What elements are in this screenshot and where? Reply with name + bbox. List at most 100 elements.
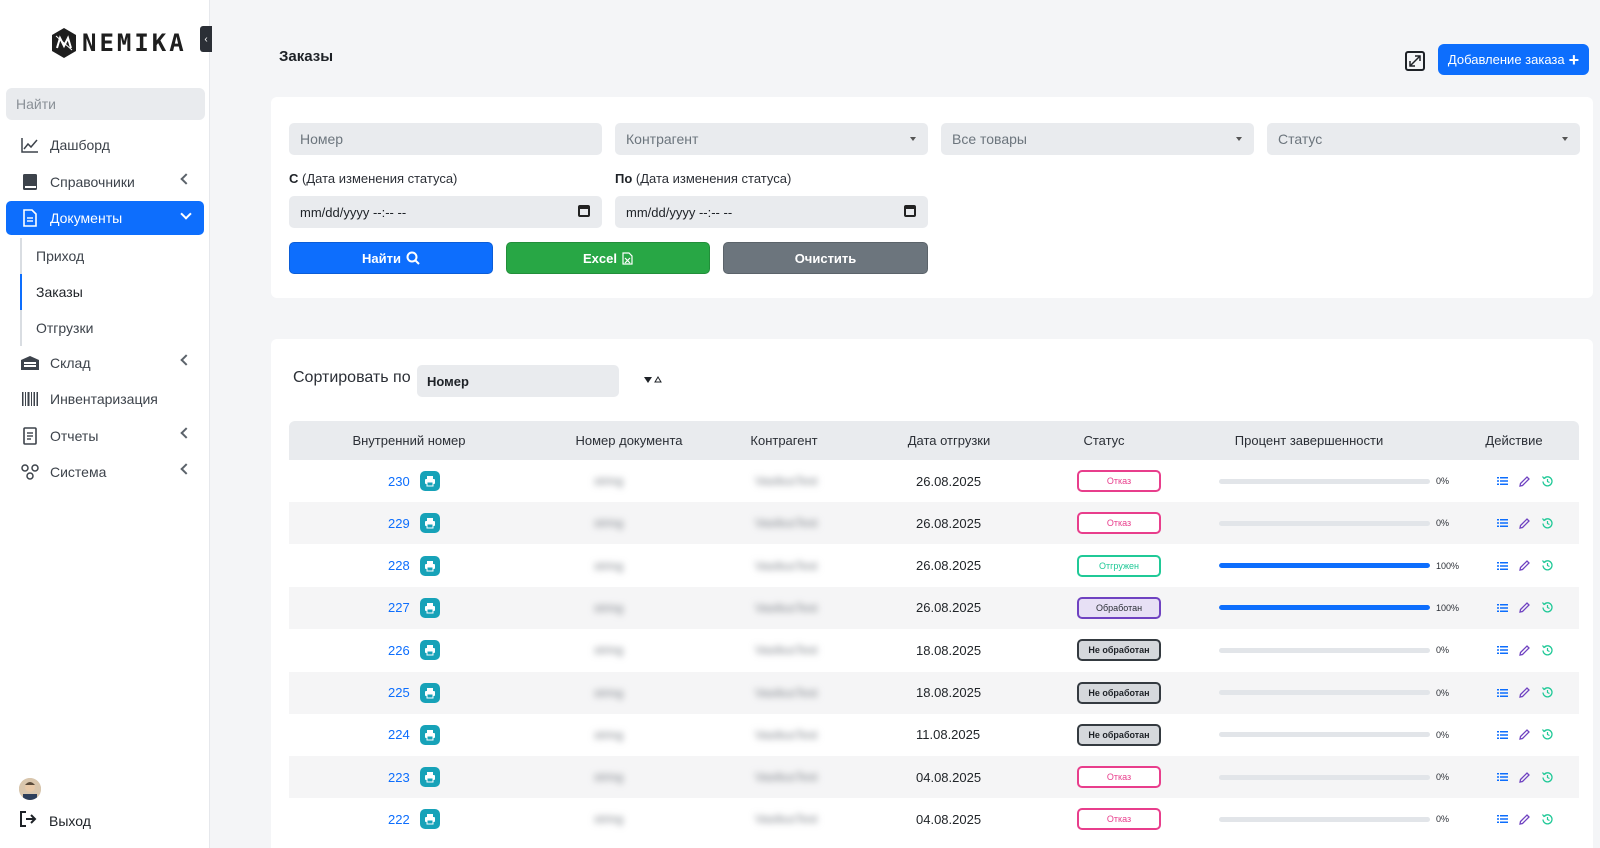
contractor-name: VasiliusTest bbox=[755, 558, 818, 573]
sidebar-subitem-income[interactable]: Приход bbox=[20, 237, 204, 274]
search-button[interactable]: Найти bbox=[289, 242, 493, 274]
column-header[interactable]: Процент завершенности bbox=[1194, 433, 1424, 448]
edit-icon[interactable] bbox=[1518, 813, 1531, 826]
shipment-date: 26.08.2025 bbox=[916, 558, 982, 574]
date-to-input[interactable]: mm/dd/yyyy --:-- -- bbox=[615, 196, 928, 228]
column-header[interactable]: Контрагент bbox=[709, 433, 859, 448]
sidebar-item-references[interactable]: Справочники bbox=[6, 165, 204, 199]
sidebar-search-input[interactable] bbox=[6, 88, 205, 120]
column-header[interactable]: Дата отгрузки bbox=[854, 433, 1044, 448]
contractor-name: VasiliusTest bbox=[755, 474, 818, 488]
history-icon[interactable] bbox=[1541, 517, 1554, 530]
sidebar-item-system[interactable]: Система bbox=[6, 455, 204, 489]
status-select[interactable]: Статус bbox=[1267, 123, 1580, 155]
history-icon[interactable] bbox=[1541, 644, 1554, 657]
calendar-icon[interactable] bbox=[578, 205, 590, 217]
contractor-name: VasiliusTest bbox=[755, 812, 818, 827]
warehouse-icon bbox=[20, 353, 40, 373]
history-icon[interactable] bbox=[1541, 813, 1554, 826]
printer-icon bbox=[424, 476, 435, 487]
print-button[interactable] bbox=[419, 597, 440, 618]
print-button[interactable] bbox=[419, 682, 440, 703]
number-filter-input[interactable]: Номер bbox=[289, 123, 602, 155]
sidebar-item-dashboard[interactable]: Дашборд bbox=[6, 128, 204, 162]
print-button[interactable] bbox=[419, 513, 440, 534]
avatar[interactable] bbox=[19, 778, 41, 800]
print-button[interactable] bbox=[419, 724, 440, 745]
history-icon[interactable] bbox=[1541, 601, 1554, 614]
edit-icon[interactable] bbox=[1518, 686, 1531, 699]
table-row: 228 string VasiliusTest 26.08.2025 Отгру… bbox=[289, 545, 1579, 587]
list-icon[interactable] bbox=[1497, 688, 1508, 698]
excel-export-button[interactable]: Excel bbox=[506, 242, 710, 274]
order-id-link[interactable]: 229 bbox=[388, 516, 410, 531]
sidebar-item-warehouse[interactable]: Склад bbox=[6, 346, 204, 380]
edit-icon[interactable] bbox=[1518, 559, 1531, 572]
contractor-select[interactable]: Контрагент bbox=[615, 123, 928, 155]
sidebar-item-inventory[interactable]: Инвентаризация bbox=[6, 382, 204, 416]
print-button[interactable] bbox=[419, 471, 440, 491]
shipment-date-cell: 18.08.2025 bbox=[916, 629, 1016, 671]
edit-icon[interactable] bbox=[1518, 601, 1531, 614]
history-icon[interactable] bbox=[1541, 771, 1554, 784]
edit-icon[interactable] bbox=[1518, 475, 1531, 488]
list-icon[interactable] bbox=[1497, 772, 1508, 782]
order-id-link[interactable]: 225 bbox=[388, 685, 410, 700]
edit-icon[interactable] bbox=[1518, 644, 1531, 657]
fullscreen-button[interactable] bbox=[1405, 51, 1425, 71]
order-id-link[interactable]: 224 bbox=[388, 727, 410, 742]
document-number-cell: string bbox=[594, 672, 674, 714]
list-icon[interactable] bbox=[1497, 814, 1508, 824]
date-from-input[interactable]: mm/dd/yyyy --:-- -- bbox=[289, 196, 602, 228]
column-header[interactable]: Статус bbox=[1044, 433, 1164, 448]
print-button[interactable] bbox=[419, 809, 440, 830]
edit-icon[interactable] bbox=[1518, 771, 1531, 784]
column-header[interactable]: Номер документа bbox=[529, 433, 729, 448]
sidebar-item-reports[interactable]: Отчеты bbox=[6, 419, 204, 453]
edit-icon[interactable] bbox=[1518, 728, 1531, 741]
list-icon[interactable] bbox=[1497, 603, 1508, 613]
add-order-button[interactable]: Добавление заказа + bbox=[1438, 44, 1589, 75]
print-button[interactable] bbox=[419, 640, 440, 661]
list-icon[interactable] bbox=[1497, 645, 1508, 655]
products-select[interactable]: Все товары bbox=[941, 123, 1254, 155]
order-id-link[interactable]: 223 bbox=[388, 770, 410, 785]
order-id-link[interactable]: 230 bbox=[388, 474, 410, 489]
logout-icon bbox=[19, 811, 37, 830]
logout-button[interactable]: Выход bbox=[19, 811, 91, 830]
history-icon[interactable] bbox=[1541, 475, 1554, 488]
sidebar-subitem-orders[interactable]: Заказы bbox=[20, 273, 204, 310]
list-icon[interactable] bbox=[1497, 518, 1508, 528]
clear-button[interactable]: Очистить bbox=[723, 242, 928, 274]
history-icon[interactable] bbox=[1541, 686, 1554, 699]
column-header[interactable]: Внутренний номер bbox=[309, 433, 509, 448]
history-icon[interactable] bbox=[1541, 559, 1554, 572]
status-badge: Отказ bbox=[1077, 470, 1161, 492]
row-actions bbox=[1497, 728, 1554, 741]
print-button[interactable] bbox=[419, 767, 440, 788]
list-icon[interactable] bbox=[1497, 730, 1508, 740]
column-header[interactable]: Действие bbox=[1454, 433, 1574, 448]
print-button[interactable] bbox=[419, 555, 440, 576]
edit-icon[interactable] bbox=[1518, 517, 1531, 530]
list-icon[interactable] bbox=[1497, 561, 1508, 571]
sort-desc-icon[interactable] bbox=[644, 376, 652, 383]
printer-icon bbox=[424, 772, 435, 783]
list-icon[interactable] bbox=[1497, 476, 1508, 486]
progress-percent: 0% bbox=[1436, 687, 1450, 698]
order-id-link[interactable]: 226 bbox=[388, 643, 410, 658]
sidebar-item-documents[interactable]: Документы bbox=[6, 201, 204, 235]
order-id-link[interactable]: 227 bbox=[388, 600, 410, 615]
internal-number-cell: 228 bbox=[388, 545, 488, 587]
status-badge: Отказ bbox=[1077, 512, 1161, 535]
sort-asc-icon[interactable] bbox=[654, 376, 662, 383]
sidebar-subitem-shipments[interactable]: Отгрузки bbox=[20, 309, 204, 346]
calendar-icon[interactable] bbox=[904, 205, 916, 217]
sort-select[interactable]: Номер bbox=[417, 365, 619, 397]
history-icon[interactable] bbox=[1541, 728, 1554, 741]
actions-cell bbox=[1497, 798, 1567, 840]
sort-direction-toggle[interactable] bbox=[644, 376, 662, 383]
sidebar-collapse-button[interactable]: ‹ bbox=[200, 26, 212, 52]
order-id-link[interactable]: 222 bbox=[388, 812, 410, 827]
order-id-link[interactable]: 228 bbox=[388, 558, 410, 573]
